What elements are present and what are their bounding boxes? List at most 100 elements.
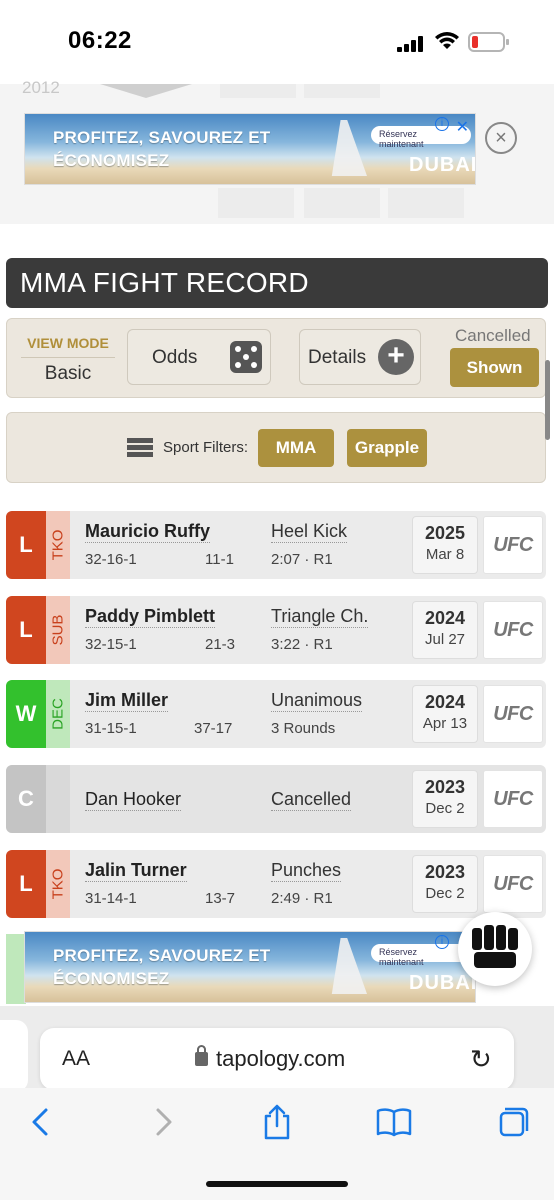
fight-row-cancelled[interactable]: C Dan Hooker Cancelled 2023 Dec 2 UFC — [6, 765, 546, 833]
home-indicator — [206, 1181, 348, 1187]
fist-icon — [472, 925, 518, 968]
method-badge: DEC — [46, 680, 70, 748]
method-badge: SUB — [46, 596, 70, 664]
next-row-fragment — [6, 934, 26, 1004]
cancelled-label: Cancelled — [455, 326, 531, 345]
ghost-cell — [304, 84, 380, 98]
finish-method-link[interactable]: Heel Kick — [271, 521, 348, 543]
list-icon — [127, 438, 153, 458]
fight-date[interactable]: 2024 Apr 13 — [412, 685, 478, 743]
view-mode-value[interactable]: Basic — [21, 363, 115, 385]
odds-button[interactable]: Odds — [127, 329, 271, 385]
fight-year: 2025 — [424, 523, 466, 543]
finish-time: 2:49 · R1 — [271, 890, 333, 907]
result-badge: C — [6, 765, 46, 833]
tabs-icon[interactable] — [492, 1102, 532, 1142]
ghost-cell — [218, 188, 294, 218]
opponent-record: 31-14-1 — [85, 890, 137, 907]
finish-method-link[interactable]: Unanimous — [271, 690, 363, 712]
finish-method-link[interactable]: Punches — [271, 860, 342, 882]
fight-day: Dec 2 — [425, 885, 465, 902]
ufc-logo[interactable]: UFC — [483, 770, 543, 828]
fight-row[interactable]: L TKO Jalin Turner 31-14-1 13-7 Punches … — [6, 850, 546, 918]
share-icon[interactable] — [257, 1102, 297, 1142]
ghost-cell — [220, 84, 296, 98]
ufc-logo[interactable]: UFC — [483, 601, 543, 659]
reload-icon[interactable]: ↻ — [470, 1044, 492, 1075]
ufc-logo[interactable]: UFC — [483, 855, 543, 913]
view-mode-label: VIEW MODE — [21, 335, 115, 358]
finish-time: 3 Rounds — [271, 720, 336, 737]
fight-row[interactable]: L TKO Mauricio Ruffy 32-16-1 11-1 Heel K… — [6, 511, 546, 579]
opponent-record: 32-16-1 — [85, 551, 137, 568]
method-label: SUB — [49, 614, 67, 646]
battery-low-icon — [468, 32, 509, 52]
opponent-link[interactable]: Jalin Turner — [85, 860, 187, 882]
bookmarks-icon[interactable] — [374, 1102, 414, 1142]
ghost-cell — [388, 188, 464, 218]
status-bar: 06:22 — [0, 0, 554, 84]
method-badge: TKO — [46, 850, 70, 918]
section-title: MMA FIGHT RECORD — [6, 258, 548, 308]
fight-date[interactable]: 2025 Mar 8 — [412, 516, 478, 574]
filter-grapple-button[interactable]: Grapple — [347, 429, 427, 467]
sport-filters-label: Sport Filters: — [163, 439, 249, 456]
result-badge: L — [6, 596, 46, 664]
address-bar[interactable]: AA tapology.com ↻ — [40, 1028, 514, 1090]
opponent-link[interactable]: Jim Miller — [85, 690, 169, 712]
fight-day: Apr 13 — [422, 715, 468, 732]
fight-date[interactable]: 2023 Dec 2 — [412, 855, 478, 913]
ad-cta[interactable]: Réservez maintenant — [371, 944, 471, 967]
ad-info-icon[interactable]: i — [435, 935, 449, 949]
record-at-fight: 21-3 — [205, 636, 236, 653]
fight-year: 2024 — [424, 692, 466, 712]
fist-floating-button[interactable] — [458, 912, 532, 986]
ghost-cell — [304, 188, 380, 218]
ad-hotel-image — [331, 120, 367, 176]
ad-close-icon[interactable]: ✕ — [456, 117, 469, 137]
finish-time: 3:22 · R1 — [271, 636, 333, 653]
plus-icon: + — [378, 339, 414, 375]
filter-mma-button[interactable]: MMA — [258, 429, 334, 467]
scrollbar[interactable] — [545, 360, 550, 440]
record-at-fight: 37-17 — [194, 720, 233, 737]
ad-hotel-image — [331, 938, 367, 994]
dubai-ad-banner[interactable]: PROFITEZ, SAVOUREZ ET ÉCONOMISEZ Réserve… — [24, 113, 476, 185]
sport-filters-panel: Sport Filters: MMA Grapple — [6, 412, 546, 483]
finish-method-link[interactable]: Triangle Ch. — [271, 606, 369, 628]
reader-settings-button[interactable]: AA — [62, 1047, 90, 1071]
fight-date[interactable]: 2024 Jul 27 — [412, 601, 478, 659]
fight-day: Mar 8 — [425, 546, 465, 563]
ad-info-icon[interactable]: i — [435, 117, 449, 131]
ghost-year: 2012 — [22, 78, 60, 97]
ufc-logo[interactable]: UFC — [483, 516, 543, 574]
fight-date[interactable]: 2023 Dec 2 — [412, 770, 478, 828]
method-badge — [46, 765, 70, 833]
ad-dismiss-button[interactable]: × — [485, 122, 517, 154]
cancelled-shown-toggle[interactable]: Shown — [450, 348, 539, 387]
browser-address-area: AA tapology.com ↻ — [0, 1006, 554, 1092]
previous-tab-pill[interactable] — [0, 1020, 28, 1092]
opponent-link[interactable]: Dan Hooker — [85, 789, 182, 811]
forward-icon[interactable] — [142, 1102, 182, 1142]
fight-year: 2023 — [424, 777, 466, 797]
url-text[interactable]: tapology.com — [216, 1046, 345, 1072]
details-button[interactable]: Details + — [299, 329, 421, 385]
fight-row[interactable]: W DEC Jim Miller 31-15-1 37-17 Unanimous… — [6, 680, 546, 748]
dice-icon — [230, 341, 262, 373]
lock-icon — [195, 1045, 208, 1066]
opponent-link[interactable]: Paddy Pimblett — [85, 606, 216, 628]
opponent-link[interactable]: Mauricio Ruffy — [85, 521, 211, 543]
cancelled-status[interactable]: Cancelled — [271, 789, 352, 811]
back-icon[interactable] — [22, 1102, 62, 1142]
result-badge: L — [6, 511, 46, 579]
record-at-fight: 11-1 — [205, 551, 234, 568]
fight-day: Jul 27 — [424, 631, 466, 648]
status-time: 06:22 — [68, 27, 132, 54]
dubai-ad-banner-bottom[interactable]: PROFITEZ, SAVOUREZ ET ÉCONOMISEZ Réserve… — [24, 931, 476, 1003]
result-badge: W — [6, 680, 46, 748]
finish-time: 2:07 · R1 — [271, 551, 333, 568]
ufc-logo[interactable]: UFC — [483, 685, 543, 743]
ad-headline: PROFITEZ, SAVOUREZ ET ÉCONOMISEZ — [53, 946, 271, 988]
fight-row[interactable]: L SUB Paddy Pimblett 32-15-1 21-3 Triang… — [6, 596, 546, 664]
